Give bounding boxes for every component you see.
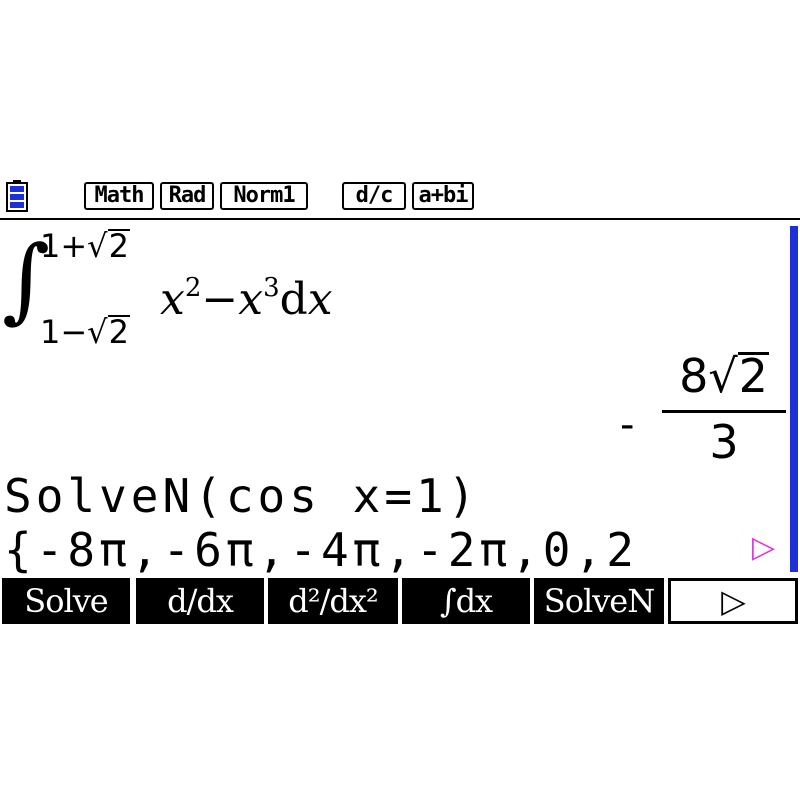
battery-icon bbox=[6, 180, 28, 212]
integrand-exponent: 2 bbox=[184, 273, 202, 303]
math-mode-indicator: Math bbox=[84, 182, 154, 210]
integral-result[interactable]: - 8√2 3 bbox=[620, 348, 790, 469]
calculator-screen: Math Rad Norm1 d/c a+bi ∫ 1+√2 1−√2 x2−x… bbox=[0, 172, 800, 624]
function-key-menu: Solve d/dx d²/dx² ∫dx SolveN ▷ bbox=[0, 578, 800, 624]
status-bar: Math Rad Norm1 d/c a+bi bbox=[0, 172, 800, 218]
angle-mode-indicator: Rad bbox=[160, 182, 214, 210]
integrand: x2−x3dx bbox=[160, 260, 333, 328]
upper-limit-prefix: 1+ bbox=[40, 227, 88, 265]
solven-expression[interactable]: SolveN(cos x=1) bbox=[4, 470, 479, 522]
numerator-radicand: 2 bbox=[737, 349, 769, 403]
scroll-right-arrow-icon[interactable]: ▷ bbox=[752, 530, 775, 565]
sqrt-icon: √ bbox=[87, 313, 108, 351]
sqrt-icon: √ bbox=[87, 227, 108, 265]
sqrt-icon: √ bbox=[708, 349, 738, 403]
differential-variable: x bbox=[307, 274, 333, 325]
f3-second-derivative-button[interactable]: d²/dx² bbox=[268, 578, 398, 624]
solven-result[interactable]: {-8π,-6π,-4π,-2π,0,2 bbox=[4, 524, 638, 576]
fraction-mode-indicator: d/c bbox=[342, 182, 406, 210]
f6-more-button[interactable]: ▷ bbox=[668, 578, 798, 624]
f2-derivative-button[interactable]: d/dx bbox=[136, 578, 264, 624]
display-mode-indicator: Norm1 bbox=[220, 182, 308, 210]
history-scrollbar[interactable] bbox=[790, 226, 798, 572]
f1-solve-button[interactable]: Solve bbox=[2, 578, 130, 624]
complex-mode-indicator: a+bi bbox=[412, 182, 474, 210]
integrand-exponent: 3 bbox=[263, 273, 280, 303]
differential-d: d bbox=[279, 274, 308, 325]
result-denominator: 3 bbox=[709, 415, 739, 469]
f4-integral-button[interactable]: ∫dx bbox=[402, 578, 530, 624]
integrand-variable: x bbox=[238, 274, 264, 325]
lower-limit-radicand: 2 bbox=[107, 313, 130, 351]
numerator-coefficient: 8 bbox=[679, 349, 709, 403]
f5-solven-button[interactable]: SolveN bbox=[534, 578, 664, 624]
result-sign: - bbox=[620, 402, 635, 448]
upper-limit: 1+√2 bbox=[40, 228, 130, 264]
lower-limit: 1−√2 bbox=[40, 314, 130, 350]
upper-limit-radicand: 2 bbox=[107, 227, 130, 265]
fraction-bar bbox=[662, 410, 786, 413]
integrand-variable: x bbox=[160, 274, 185, 325]
integrand-operator: − bbox=[201, 274, 239, 325]
result-numerator: 8√2 bbox=[658, 348, 790, 404]
status-divider bbox=[0, 218, 800, 220]
lower-limit-prefix: 1− bbox=[40, 313, 88, 351]
